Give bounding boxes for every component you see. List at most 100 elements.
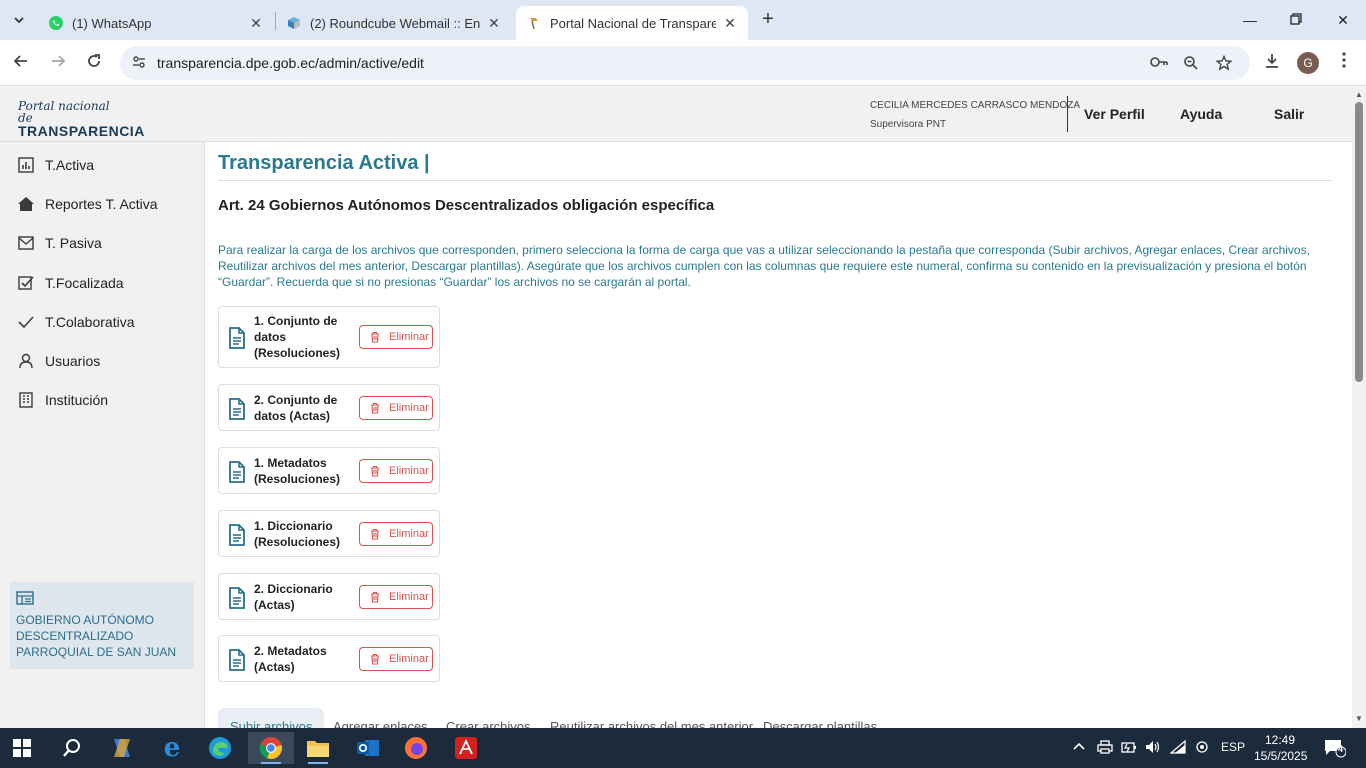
- file-name: 1. Metadatos (Resoluciones): [254, 456, 341, 486]
- firefox-icon: [405, 737, 427, 759]
- home-icon: [17, 195, 35, 213]
- close-tab-icon[interactable]: ✕: [722, 15, 738, 32]
- restore-button[interactable]: [1284, 8, 1308, 32]
- reload-button[interactable]: [82, 51, 106, 75]
- close-window-button[interactable]: ✕: [1331, 8, 1355, 32]
- sidebar-item-label: Institución: [45, 392, 109, 408]
- sidebar-item-t-activa[interactable]: T.Activa: [0, 147, 205, 183]
- delete-file-button[interactable]: Eliminar: [359, 325, 433, 349]
- tab-title: (2) Roundcube Webmail :: Entra: [310, 15, 480, 31]
- address-bar[interactable]: transparencia.dpe.gob.ec/admin/active/ed…: [120, 46, 1250, 80]
- chevron-up-icon: [1073, 742, 1085, 750]
- institution-icon: [16, 590, 34, 606]
- browser-menu-button[interactable]: [1333, 52, 1355, 74]
- sidebar-item-t-focalizada[interactable]: T.Focalizada: [0, 265, 205, 301]
- portal-logo[interactable]: Portal nacional de TRANSPARENCIA: [18, 100, 144, 138]
- taskbar-edge[interactable]: [200, 732, 240, 764]
- delete-label: Eliminar: [389, 591, 429, 603]
- scrollbar-thumb[interactable]: [1355, 102, 1363, 382]
- chevron-down-icon: [14, 17, 24, 24]
- delete-file-button[interactable]: Eliminar: [359, 522, 433, 546]
- upload-instructions: Para realizar la carga de los archivos q…: [218, 243, 1310, 289]
- taskbar-firefox[interactable]: [396, 732, 436, 764]
- logo-line-2: TRANSPARENCIA: [18, 123, 145, 139]
- minimize-button[interactable]: —: [1238, 8, 1262, 32]
- ayuda-link[interactable]: Ayuda: [1180, 106, 1222, 122]
- scroll-up-icon[interactable]: ▲: [1355, 90, 1363, 99]
- sidebar-item-label: T.Colaborativa: [45, 314, 135, 330]
- taskbar-file-explorer[interactable]: [298, 732, 338, 764]
- restore-icon: [1290, 13, 1302, 25]
- outlook-icon: [357, 740, 379, 756]
- printer-icon[interactable]: [1097, 740, 1113, 757]
- tab-reutilizar-archivos[interactable]: Reutilizar archivos del mes anterior: [550, 708, 753, 728]
- sidebar-item-t-colaborativa[interactable]: T.Colaborativa: [0, 304, 205, 340]
- network-icon[interactable]: [1169, 739, 1186, 757]
- taskbar-outlook[interactable]: [348, 732, 388, 764]
- mail-icon: [17, 234, 35, 252]
- internet-explorer-icon: e: [163, 733, 181, 763]
- delete-file-button[interactable]: Eliminar: [359, 396, 433, 420]
- language-indicator[interactable]: ESP: [1221, 740, 1245, 754]
- delete-file-button[interactable]: Eliminar: [359, 459, 433, 483]
- taskbar-copilot[interactable]: [102, 732, 142, 764]
- volume-icon[interactable]: [1145, 740, 1161, 757]
- arrow-left-icon: [13, 55, 27, 67]
- site-settings-icon[interactable]: [130, 54, 148, 72]
- scroll-down-icon[interactable]: ▼: [1355, 714, 1363, 723]
- browser-tab-whatsapp[interactable]: (1) WhatsApp ✕: [38, 6, 274, 40]
- bookmark-star-icon[interactable]: [1214, 54, 1234, 73]
- delete-file-button[interactable]: Eliminar: [359, 585, 433, 609]
- notification-center-button[interactable]: 4: [1324, 738, 1347, 758]
- document-icon: [228, 398, 246, 420]
- battery-icon[interactable]: [1121, 740, 1137, 757]
- browser-tab-roundcube[interactable]: (2) Roundcube Webmail :: Entra ✕: [276, 6, 512, 40]
- trash-icon: [371, 331, 379, 343]
- reload-icon: [88, 54, 100, 67]
- delete-file-button[interactable]: Eliminar: [359, 647, 433, 671]
- taskbar-internet-explorer[interactable]: e: [152, 732, 192, 764]
- delete-label: Eliminar: [389, 653, 429, 665]
- close-tab-icon[interactable]: ✕: [486, 15, 502, 32]
- sidebar-item-usuarios[interactable]: Usuarios: [0, 343, 205, 379]
- zoom-icon[interactable]: [1181, 55, 1201, 73]
- back-button[interactable]: [9, 51, 33, 75]
- more-vertical-icon: [1342, 52, 1346, 68]
- new-tab-button[interactable]: +: [756, 8, 780, 32]
- delete-label: Eliminar: [389, 331, 429, 343]
- browser-tab-portal[interactable]: Portal Nacional de Transparencia ✕: [516, 6, 748, 40]
- tab-subir-archivos[interactable]: Subir archivos: [218, 708, 325, 728]
- screen-capture-icon[interactable]: [1194, 740, 1210, 757]
- url-text[interactable]: transparencia.dpe.gob.ec/admin/active/ed…: [157, 55, 424, 71]
- file-name: 2. Diccionario (Actas): [254, 582, 333, 612]
- ver-perfil-link[interactable]: Ver Perfil: [1084, 106, 1145, 122]
- tab-title: Portal Nacional de Transparencia: [550, 15, 716, 31]
- file-name: 1. Conjunto de datos (Resoluciones): [254, 314, 341, 360]
- password-key-icon[interactable]: [1149, 55, 1169, 73]
- close-tab-icon[interactable]: ✕: [248, 15, 264, 32]
- windows-taskbar: e ESP 12:49 15/5/2025 4: [0, 728, 1366, 768]
- downloads-button[interactable]: [1261, 52, 1283, 74]
- salir-link[interactable]: Salir: [1274, 106, 1304, 122]
- start-button[interactable]: [2, 732, 42, 764]
- show-hidden-icons[interactable]: [1072, 740, 1086, 754]
- sidebar-item-reportes[interactable]: Reportes T. Activa: [0, 186, 205, 222]
- page-scrollbar[interactable]: ▲ ▼: [1352, 86, 1366, 728]
- tab-crear-archivos[interactable]: Crear archivos: [446, 708, 531, 728]
- taskbar-acrobat[interactable]: [446, 732, 486, 764]
- forward-button[interactable]: [46, 51, 70, 75]
- profile-avatar[interactable]: G: [1297, 52, 1319, 74]
- trash-icon: [371, 653, 379, 665]
- document-icon: [228, 587, 246, 609]
- taskbar-chrome[interactable]: [248, 732, 294, 764]
- roundcube-icon: [286, 15, 302, 31]
- search-button[interactable]: [52, 732, 92, 764]
- tab-descargar-plantillas[interactable]: Descargar plantillas: [763, 708, 877, 728]
- taskbar-clock[interactable]: 12:49 15/5/2025: [1254, 732, 1307, 764]
- tab-search-button[interactable]: [6, 8, 32, 32]
- sidebar-item-t-pasiva[interactable]: T. Pasiva: [0, 225, 205, 261]
- file-name: 2. Metadatos (Actas): [254, 644, 327, 674]
- sidebar-item-institucion[interactable]: Institución: [0, 382, 205, 418]
- building-icon: [17, 391, 35, 409]
- tab-agregar-enlaces[interactable]: Agregar enlaces: [333, 708, 428, 728]
